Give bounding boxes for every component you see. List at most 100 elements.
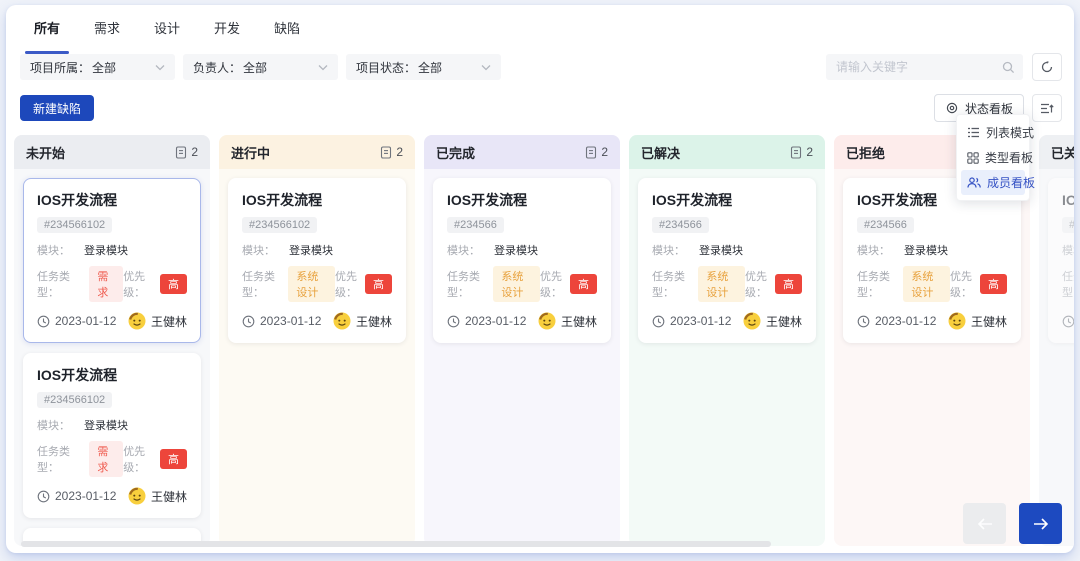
sort-icon: [1040, 102, 1054, 115]
card-type-priority-row: 任务类型：系统设计优先级：高: [652, 266, 802, 302]
sort-button[interactable]: [1032, 94, 1062, 122]
avatar: [128, 487, 146, 505]
filter-owner-select[interactable]: 负责人： 全部: [183, 54, 338, 80]
card-assignee: 王健林: [128, 487, 187, 505]
scroll-left-button[interactable]: [963, 503, 1006, 544]
card-type-priority-row: 任务类型：系统设计优先级：高: [242, 266, 392, 302]
priority-badge: 高: [570, 274, 597, 294]
column-header: 已关闭2: [1039, 135, 1074, 169]
tab-design[interactable]: 设计: [154, 20, 180, 45]
column-body: IOS开发流程 #234566 模块：登录模块任务类型：系统设计优先级：高 2023-…: [629, 169, 825, 352]
task-card[interactable]: IOS开发流程 #234566 模块：登录模块任务类型：系统设计优先级：高 2023-…: [638, 178, 816, 343]
card-date-value: 2023-01-12: [465, 314, 526, 328]
menu-item-list-mode-label: 列表模式: [986, 124, 1034, 141]
menu-item-list-mode[interactable]: 列表模式: [961, 120, 1025, 145]
task-card[interactable]: IOS开发流程#234566102模块：登录模块任务类型：需求优先级：高2023…: [23, 353, 201, 518]
clock-icon: [37, 490, 50, 503]
card-type-priority-row: 任务类型：需求优先级：高: [37, 266, 187, 302]
task-type-badge: 系统设计: [698, 266, 745, 302]
new-defect-button[interactable]: 新建缺陷: [20, 95, 94, 121]
task-card[interactable]: IOS开发流程#234566模块：登录模块任务类型：系统设计优先级：高2023-…: [843, 178, 1021, 343]
card-footer: 2023-01-12王健林: [242, 312, 392, 330]
card-date: 2023-01-12: [1062, 314, 1074, 328]
tab-all[interactable]: 所有: [34, 20, 60, 45]
column-count-value: 2: [191, 145, 198, 159]
tab-design-label: 设计: [154, 21, 180, 36]
assignee-name: 王健林: [561, 313, 597, 330]
tab-requirements-label: 需求: [94, 21, 120, 36]
column-count: 2: [585, 145, 608, 159]
scroll-right-button[interactable]: [1019, 503, 1062, 544]
tab-defects[interactable]: 缺陷: [274, 20, 300, 45]
assignee-name: 王健林: [356, 313, 392, 330]
card-id-badge: #234566: [447, 217, 504, 233]
column-title: 已关闭: [1051, 143, 1074, 162]
kanban-column: 已关闭2 IOS开发流程#234566模块：登录模块任务类型：系统设计优先级：高2…: [1039, 135, 1074, 546]
task-card[interactable]: IOS开发流程#234566102模块：登录模块任务类型：系统设计优先级：高20…: [228, 178, 406, 343]
task-type-label: 任务类型：: [652, 268, 690, 300]
module-label: 模块：: [857, 242, 890, 258]
column-body: IOS开发流程#234566102模块：登录模块任务类型：需求优先级：高2023…: [14, 169, 210, 546]
task-type-label: 任务类型：: [242, 268, 280, 300]
avatar: [948, 312, 966, 330]
card-date: 2023-01-12: [857, 314, 936, 328]
card-date: 2023-01-12: [652, 314, 731, 328]
card-date-value: 2023-01-12: [55, 314, 116, 328]
card-id-badge: #234566102: [37, 217, 112, 233]
task-type-label: 任务类型：: [37, 443, 81, 475]
task-type-badge: 系统设计: [288, 266, 335, 302]
menu-item-type-board[interactable]: 类型看板: [961, 145, 1025, 170]
menu-item-member-board[interactable]: 成员看板: [961, 170, 1025, 195]
filter-status-select[interactable]: 项目状态： 全部: [346, 54, 501, 80]
priority-group: 优先级：高: [745, 268, 802, 300]
filter-owner-value: 全部: [243, 59, 267, 76]
card-title: IOS开发流程: [447, 190, 597, 210]
card-type-priority-row: 任务类型：系统设计优先级：高: [857, 266, 1007, 302]
card-module-row: 模块：登录模块: [37, 417, 187, 433]
task-type-badge: 需求: [89, 441, 123, 477]
card-id-badge: #234566102: [242, 217, 317, 233]
horizontal-scrollbar[interactable]: [21, 541, 771, 547]
task-card[interactable]: IOS开发流程#234566模块：登录模块任务类型：系统设计优先级：高2023-…: [433, 178, 611, 343]
filter-project-label: 项目所属：: [30, 59, 90, 76]
clock-icon: [857, 315, 870, 328]
chevron-down-icon: [481, 64, 491, 71]
card-assignee: 王健林: [128, 312, 187, 330]
card-title: IOS开发流程: [652, 190, 802, 210]
task-card[interactable]: IOS开发流程#234566模块：登录模块任务类型：系统设计优先级：高2023-…: [1048, 178, 1074, 343]
tab-requirements[interactable]: 需求: [94, 20, 120, 45]
card-date-value: 2023-01-12: [55, 489, 116, 503]
task-type-badge: 系统设计: [903, 266, 950, 302]
column-header: 进行中2: [219, 135, 415, 169]
board-pager: [963, 503, 1062, 544]
card-assignee: 王健林: [743, 312, 802, 330]
priority-label: 优先级：: [123, 443, 152, 475]
arrow-left-icon: [976, 517, 994, 531]
column-count: 2: [790, 145, 813, 159]
card-module-row: 模块：登录模块: [652, 242, 802, 258]
reset-button[interactable]: [1032, 53, 1062, 81]
tab-development[interactable]: 开发: [214, 20, 240, 45]
users-icon: [967, 177, 981, 188]
module-value: 登录模块: [904, 242, 948, 258]
avatar: [538, 312, 556, 330]
arrow-right-icon: [1032, 517, 1050, 531]
toolbar: 新建缺陷 状态看板: [6, 81, 1074, 122]
card-id-badge: #234566: [652, 217, 709, 233]
search-input[interactable]: [836, 60, 1002, 74]
column-header: 已解决2: [629, 135, 825, 169]
clock-icon: [1062, 315, 1074, 328]
menu-item-type-board-label: 类型看板: [985, 149, 1033, 166]
priority-label: 优先级：: [540, 268, 562, 300]
filter-project-select[interactable]: 项目所属： 全部: [20, 54, 175, 80]
card-footer: 2023-01-12 王健林: [37, 487, 187, 505]
module-value: 登录模块: [84, 417, 128, 433]
card-id-badge: #234566: [1062, 217, 1074, 233]
task-type-label: 任务类型：: [1062, 268, 1074, 300]
card-type-priority-row: 任务类型：系统设计优先级：高: [447, 266, 597, 302]
search-icon[interactable]: [1002, 61, 1015, 74]
task-card[interactable]: IOS开发流程#234566102模块：登录模块任务类型：需求优先级：高2023…: [23, 178, 201, 343]
priority-label: 优先级：: [335, 268, 357, 300]
column-body: IOS开发流程#234566102模块：登录模块任务类型：系统设计优先级：高20…: [219, 169, 415, 352]
card-footer: 2023-01-12 王健林: [37, 312, 187, 330]
